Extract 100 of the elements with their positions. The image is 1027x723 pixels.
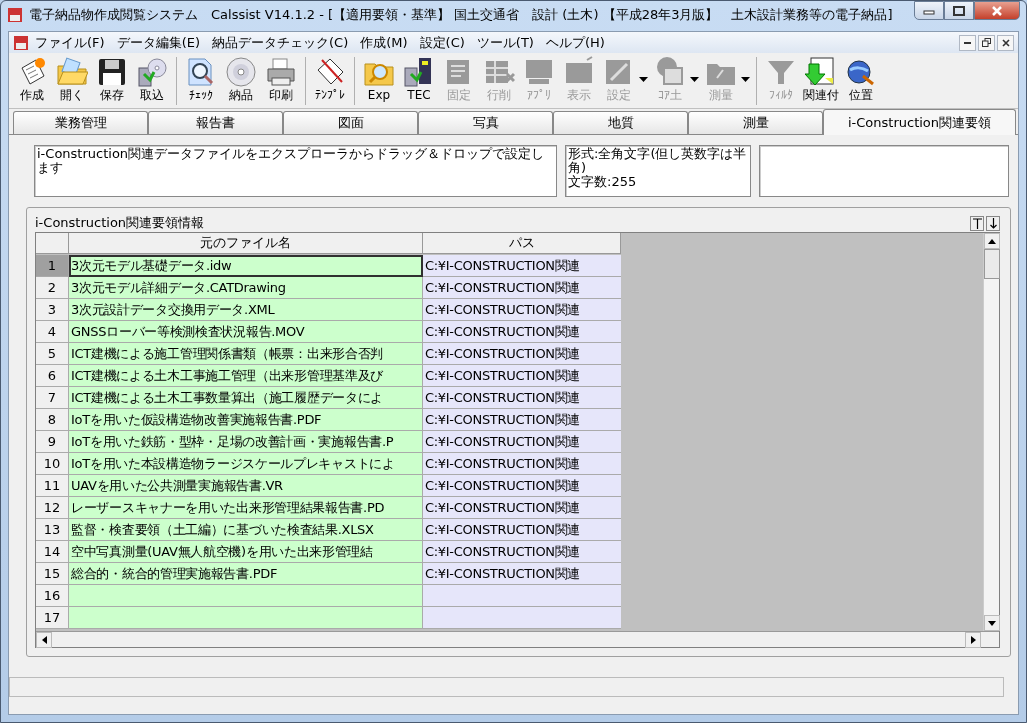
move-down-button[interactable] — [986, 215, 1000, 231]
table-cell[interactable]: 監督・検査要領（土工編）に基づいた検査結果.XLSX — [69, 519, 423, 541]
table-cell[interactable]: GNSSローバー等検測検査状況報告.MOV — [69, 321, 423, 343]
column-header[interactable]: 元のファイル名 — [69, 233, 423, 254]
table-cell[interactable]: C:¥I-CONSTRUCTION関連 — [423, 387, 621, 409]
vertical-scrollbar[interactable] — [983, 233, 999, 631]
toolbar-button[interactable]: 作成 — [12, 55, 52, 104]
tab[interactable]: 図面 — [283, 111, 418, 134]
table-cell[interactable] — [69, 585, 423, 607]
table-cell[interactable]: C:¥I-CONSTRUCTION関連 — [423, 475, 621, 497]
table-cell[interactable]: IoTを用いた鉄筋・型枠・足場の改善計画・実施報告書.P — [69, 431, 423, 453]
toolbar-button[interactable]: TEC — [399, 55, 439, 104]
table-cell[interactable]: C:¥I-CONSTRUCTION関連 — [423, 519, 621, 541]
toolbar-button[interactable]: 位置 — [841, 55, 881, 104]
table-cell[interactable]: 3次元モデル基礎データ.idw — [69, 255, 423, 277]
row-number: 4 — [36, 321, 69, 343]
window-title: 電子納品物作成閲覧システム Calssist V14.1.2 - [【適用要領・基準】 国土交通省 設計 (土木) 【平成28年3月版】 土木設計業務等の電子納品] — [29, 5, 894, 24]
table-cell[interactable]: ICT建機による土木工事施工管理（出来形管理基準及び — [69, 365, 423, 387]
tab[interactable]: 業務管理 — [13, 111, 148, 134]
computer-icon — [136, 56, 168, 88]
table-cell[interactable]: C:¥I-CONSTRUCTION関連 — [423, 431, 621, 453]
printer-icon — [265, 56, 297, 88]
close-button[interactable] — [974, 1, 1020, 20]
toolbar-button[interactable]: ﾃﾝﾌﾟﾚ — [310, 55, 350, 104]
menu-item[interactable]: データ編集(E) — [110, 32, 206, 53]
row-number: 6 — [36, 365, 69, 387]
description-text: i-Construction関連データファイルをエクスプローラからドラッグ＆ドロップで設定します — [34, 145, 557, 197]
row-number: 5 — [36, 343, 69, 365]
horizontal-scrollbar[interactable] — [36, 631, 999, 647]
tab[interactable]: 測量 — [688, 111, 823, 134]
maximize-icon — [953, 5, 965, 16]
menu-item[interactable]: 作成(M) — [354, 32, 414, 53]
toolbar-button[interactable]: 納品 — [221, 55, 261, 104]
table-cell[interactable]: C:¥I-CONSTRUCTION関連 — [423, 321, 621, 343]
restore-button[interactable] — [978, 34, 995, 51]
disc-icon — [225, 56, 257, 88]
close-button[interactable] — [997, 34, 1014, 51]
table-cell[interactable]: IoTを用いた本設構造物ラージスケールプレキャストによ — [69, 453, 423, 475]
table-cell[interactable]: 空中写真測量(UAV無人航空機)を用いた出来形管理結 — [69, 541, 423, 563]
top-icon — [972, 217, 982, 229]
up-arrow-icon — [988, 238, 996, 244]
row-number: 16 — [36, 585, 69, 607]
table-cell[interactable]: C:¥I-CONSTRUCTION関連 — [423, 453, 621, 475]
section-title: i-Construction関連要領情報 — [35, 214, 206, 233]
toolbar-button[interactable]: 保存 — [92, 55, 132, 104]
note-field[interactable] — [759, 145, 1009, 197]
menu-item[interactable]: 納品データチェック(C) — [206, 32, 355, 53]
scroll-down-button[interactable] — [984, 615, 1000, 631]
row-number: 1 — [36, 255, 69, 277]
table-cell[interactable]: C:¥I-CONSTRUCTION関連 — [423, 255, 621, 277]
column-header[interactable]: パス — [423, 233, 621, 254]
folder-icon — [56, 56, 88, 88]
row-number: 13 — [36, 519, 69, 541]
table-cell[interactable]: 総合的・統合的管理実施報告書.PDF — [69, 563, 423, 585]
table-cell[interactable]: C:¥I-CONSTRUCTION関連 — [423, 277, 621, 299]
menu-item[interactable]: 設定(C) — [413, 32, 471, 53]
menu-item[interactable]: ファイル(F) — [29, 32, 111, 53]
row-number: 12 — [36, 497, 69, 519]
table-cell[interactable]: ICT建機による施工管理関係書類（帳票：出来形合否判 — [69, 343, 423, 365]
table-cell[interactable] — [423, 607, 621, 629]
table-cell[interactable]: C:¥I-CONSTRUCTION関連 — [423, 343, 621, 365]
maximize-button[interactable] — [944, 1, 974, 20]
minimize-button[interactable] — [959, 34, 976, 51]
move-top-button[interactable] — [970, 215, 984, 231]
table-cell[interactable] — [423, 585, 621, 607]
toolbar-button[interactable]: 開く — [52, 55, 92, 104]
toolbar-button[interactable]: 取込 — [132, 55, 172, 104]
scroll-thumb[interactable] — [984, 249, 1000, 279]
scroll-left-button[interactable] — [36, 632, 52, 648]
minimize-icon — [964, 41, 971, 44]
toolbar-button[interactable]: Exp — [359, 55, 399, 104]
row-number: 9 — [36, 431, 69, 453]
tab[interactable]: 写真 — [418, 111, 553, 134]
table-cell[interactable]: レーザースキャナーを用いた出来形管理結果報告書.PD — [69, 497, 423, 519]
scroll-up-button[interactable] — [984, 233, 1000, 249]
toolbar-button[interactable]: 関連付 — [801, 55, 841, 104]
table-cell[interactable]: ICT建機による土木工事数量算出（施工履歴データによ — [69, 387, 423, 409]
tab[interactable]: i-Construction関連要領 — [823, 109, 1016, 135]
table-cell[interactable]: C:¥I-CONSTRUCTION関連 — [423, 497, 621, 519]
table-cell[interactable]: C:¥I-CONSTRUCTION関連 — [423, 541, 621, 563]
menu-item[interactable]: ツール(T) — [470, 32, 540, 53]
table-cell[interactable]: C:¥I-CONSTRUCTION関連 — [423, 299, 621, 321]
toolbar-button[interactable]: 印刷 — [261, 55, 301, 104]
tab[interactable]: 報告書 — [148, 111, 283, 134]
tab[interactable]: 地質 — [553, 111, 688, 134]
menu-item[interactable]: ヘルプ(H) — [539, 32, 611, 53]
table-cell[interactable]: C:¥I-CONSTRUCTION関連 — [423, 409, 621, 431]
table-cell[interactable]: C:¥I-CONSTRUCTION関連 — [423, 365, 621, 387]
row-number: 11 — [36, 475, 69, 497]
row-number: 3 — [36, 299, 69, 321]
table-cell[interactable]: 3次元モデル詳細データ.CATDrawing — [69, 277, 423, 299]
row-number: 7 — [36, 387, 69, 409]
table-cell[interactable]: C:¥I-CONSTRUCTION関連 — [423, 563, 621, 585]
table-cell[interactable]: 3次元設計データ交換用データ.XML — [69, 299, 423, 321]
table-cell[interactable] — [69, 607, 423, 629]
toolbar-button[interactable]: ﾁｪｯｸ — [181, 55, 221, 104]
row-number: 2 — [36, 277, 69, 299]
table-cell[interactable]: UAVを用いた公共測量実施報告書.VR — [69, 475, 423, 497]
scroll-right-button[interactable] — [965, 632, 981, 648]
table-cell[interactable]: IoTを用いた仮設構造物改善実施報告書.PDF — [69, 409, 423, 431]
